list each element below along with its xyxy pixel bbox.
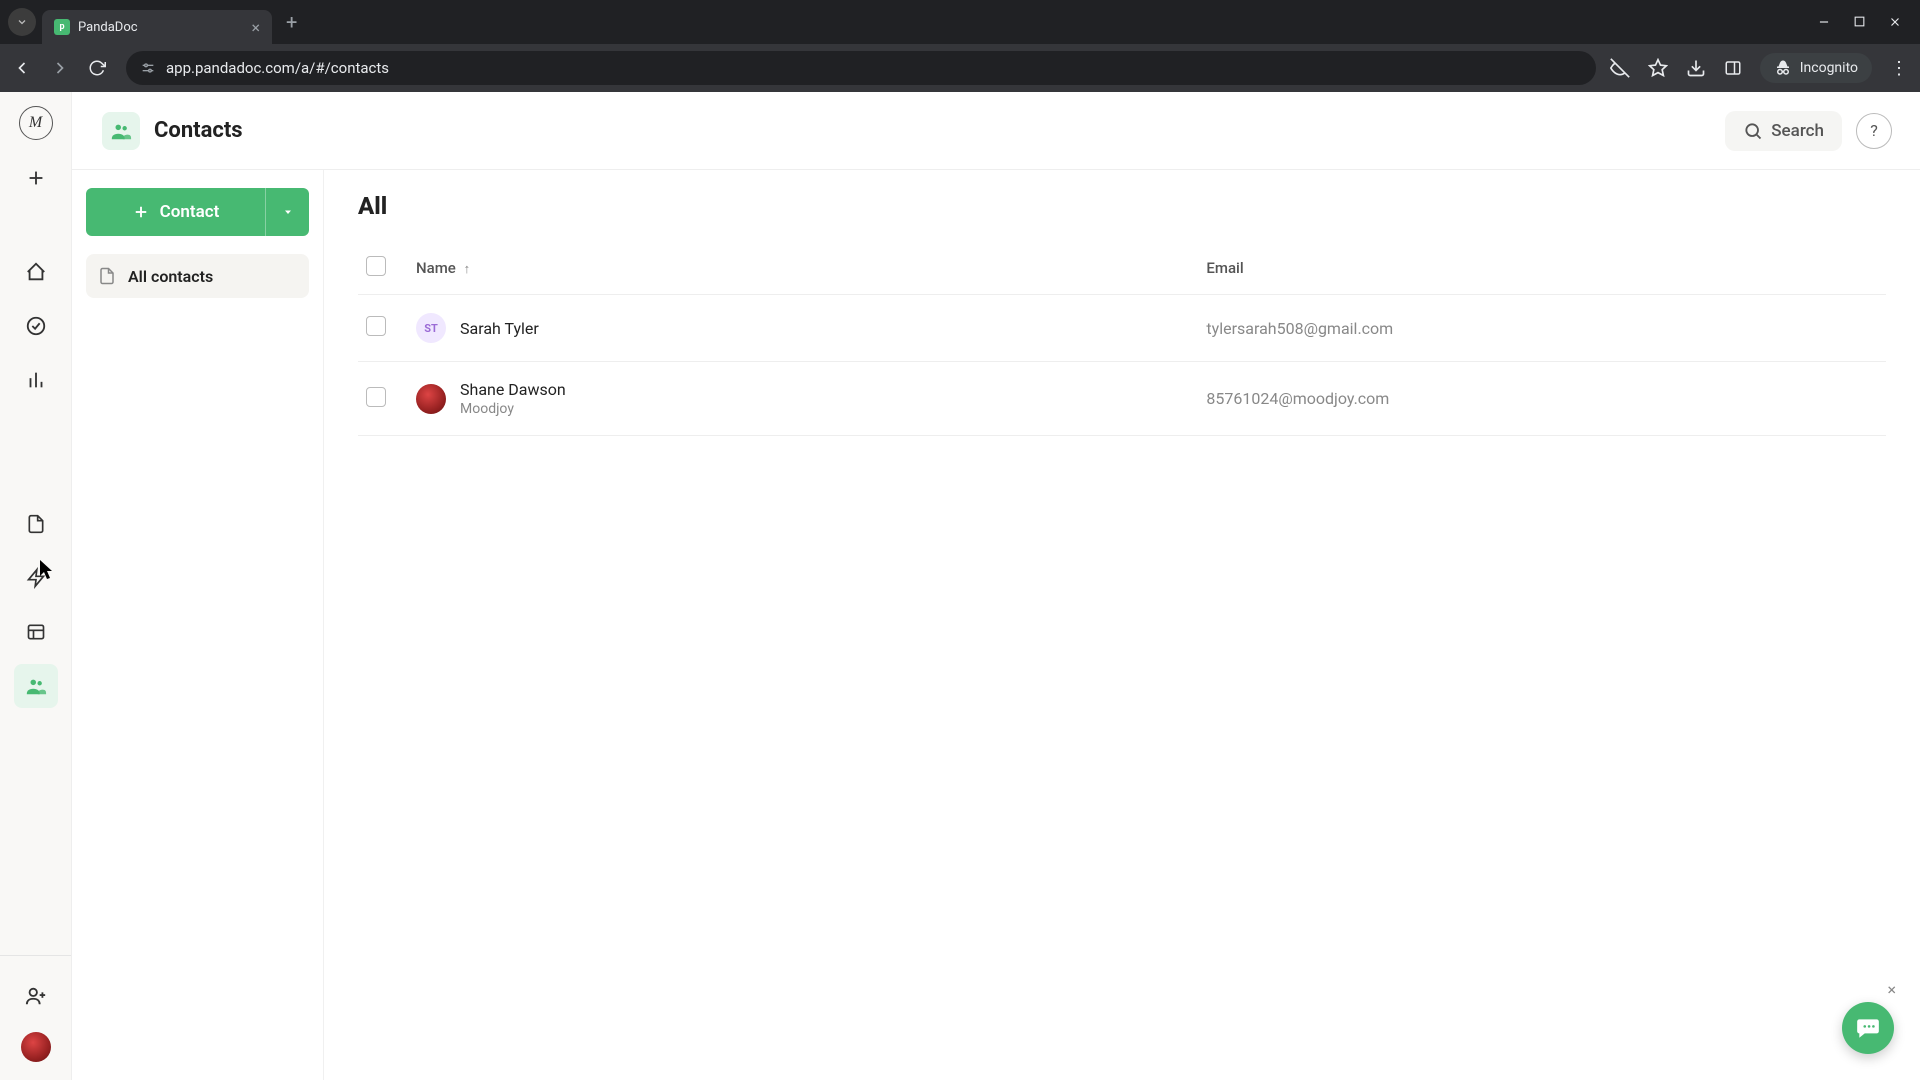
sidebar-item-label: All contacts [128, 267, 213, 286]
browser-reload-button[interactable] [88, 59, 112, 77]
new-contact-dropdown[interactable] [265, 188, 309, 236]
search-icon [1743, 121, 1763, 141]
side-panel-icon[interactable] [1724, 59, 1742, 77]
rail-home[interactable] [14, 250, 58, 294]
rail-documents[interactable] [14, 502, 58, 546]
check-circle-icon [25, 315, 47, 337]
invite-user-icon [25, 985, 47, 1007]
file-icon [98, 266, 116, 286]
table-row[interactable]: ST Sarah Tyler tylersarah508@gmail.com [358, 295, 1886, 362]
list-title: All [358, 192, 1886, 220]
column-header-name[interactable]: Name ↑ [408, 242, 1198, 295]
bookmark-star-icon[interactable] [1648, 58, 1668, 78]
catalog-icon [26, 622, 46, 642]
rail-profile-avatar[interactable] [21, 1032, 51, 1062]
body-row: Contact All contacts A [72, 170, 1920, 1080]
chat-icon [1855, 1015, 1881, 1041]
rail-automations[interactable] [14, 556, 58, 600]
chat-close-button[interactable]: × [1887, 980, 1896, 999]
plus-icon [132, 203, 150, 221]
browser-back-button[interactable] [12, 58, 36, 78]
contact-email: tylersarah508@gmail.com [1198, 295, 1886, 362]
browser-toolbar: app.pandadoc.com/a/#/contacts Incognito … [0, 44, 1920, 92]
incognito-indicator[interactable]: Incognito [1760, 53, 1872, 83]
window-maximize-button[interactable] [1853, 15, 1866, 29]
row-checkbox[interactable] [366, 387, 386, 407]
rail-invite[interactable] [14, 974, 58, 1018]
url-text: app.pandadoc.com/a/#/contacts [166, 59, 389, 77]
search-label: Search [1771, 121, 1824, 141]
chevron-down-icon [16, 16, 28, 28]
nav-rail: M [0, 92, 72, 1080]
address-bar[interactable]: app.pandadoc.com/a/#/contacts [126, 51, 1596, 85]
browser-tab[interactable]: p PandaDoc × [42, 10, 272, 44]
chat-fab[interactable] [1842, 1002, 1894, 1054]
rail-tasks[interactable] [14, 304, 58, 348]
main-panel: All Name ↑ Email [324, 170, 1920, 1080]
window-minimize-button[interactable] [1817, 15, 1831, 29]
document-icon [26, 513, 46, 535]
tab-search-button[interactable] [8, 8, 36, 36]
incognito-label: Incognito [1800, 60, 1858, 76]
sidebar-item-all-contacts[interactable]: All contacts [86, 254, 309, 298]
question-icon: ? [1870, 121, 1878, 140]
contact-name: Sarah Tyler [460, 319, 539, 338]
column-header-email[interactable]: Email [1198, 242, 1886, 295]
help-button[interactable]: ? [1856, 113, 1892, 149]
contacts-icon [110, 120, 132, 142]
rail-catalog[interactable] [14, 610, 58, 654]
select-all-checkbox[interactable] [366, 256, 386, 276]
site-settings-icon[interactable] [140, 60, 156, 76]
bar-chart-icon [25, 369, 47, 391]
contact-email: 85761024@moodjoy.com [1198, 362, 1886, 436]
contact-avatar [416, 384, 446, 414]
caret-down-icon [282, 206, 294, 218]
new-contact-button[interactable]: Contact [86, 188, 265, 236]
tab-title: PandaDoc [78, 20, 138, 35]
table-header-row: Name ↑ Email [358, 242, 1886, 295]
contacts-table: Name ↑ Email [358, 242, 1886, 436]
workspace-logo[interactable]: M [19, 106, 53, 140]
table-row[interactable]: Shane Dawson Moodjoy 85761024@moodjoy.co… [358, 362, 1886, 436]
rail-reports[interactable] [14, 358, 58, 402]
contact-avatar: ST [416, 313, 446, 343]
tab-favicon: p [54, 19, 70, 35]
incognito-icon [1774, 59, 1792, 77]
browser-forward-button[interactable] [50, 58, 74, 78]
new-contact-label: Contact [160, 202, 220, 222]
search-button[interactable]: Search [1725, 111, 1842, 151]
window-controls [1817, 15, 1912, 29]
row-checkbox[interactable] [366, 316, 386, 336]
sort-asc-icon: ↑ [464, 262, 471, 277]
page-icon [102, 112, 140, 150]
contact-name: Shane Dawson [460, 380, 566, 399]
home-icon [25, 261, 47, 283]
contacts-icon [25, 675, 47, 697]
rail-contacts[interactable] [14, 664, 58, 708]
browser-action-icons: Incognito ⋮ [1610, 53, 1908, 83]
new-contact-split-button: Contact [86, 188, 309, 236]
content-area: Contacts Search ? Contact [72, 92, 1920, 1080]
window-close-button[interactable] [1888, 15, 1902, 29]
secondary-sidebar: Contact All contacts [72, 170, 324, 1080]
app-root: M [0, 92, 1920, 1080]
tab-close-button[interactable]: × [251, 18, 260, 37]
page-title: Contacts [154, 118, 243, 143]
new-tab-button[interactable]: + [286, 10, 297, 34]
downloads-icon[interactable] [1686, 58, 1706, 78]
browser-tab-strip: p PandaDoc × + [0, 0, 1920, 44]
plus-icon [25, 167, 47, 189]
bolt-icon [26, 567, 46, 589]
contact-company: Moodjoy [460, 401, 566, 417]
browser-menu-button[interactable]: ⋮ [1890, 58, 1908, 79]
rail-new-button[interactable] [14, 156, 58, 200]
chat-widget: × [1842, 1002, 1894, 1054]
page-header: Contacts Search ? [72, 92, 1920, 170]
hide-extension-icon[interactable] [1610, 58, 1630, 78]
